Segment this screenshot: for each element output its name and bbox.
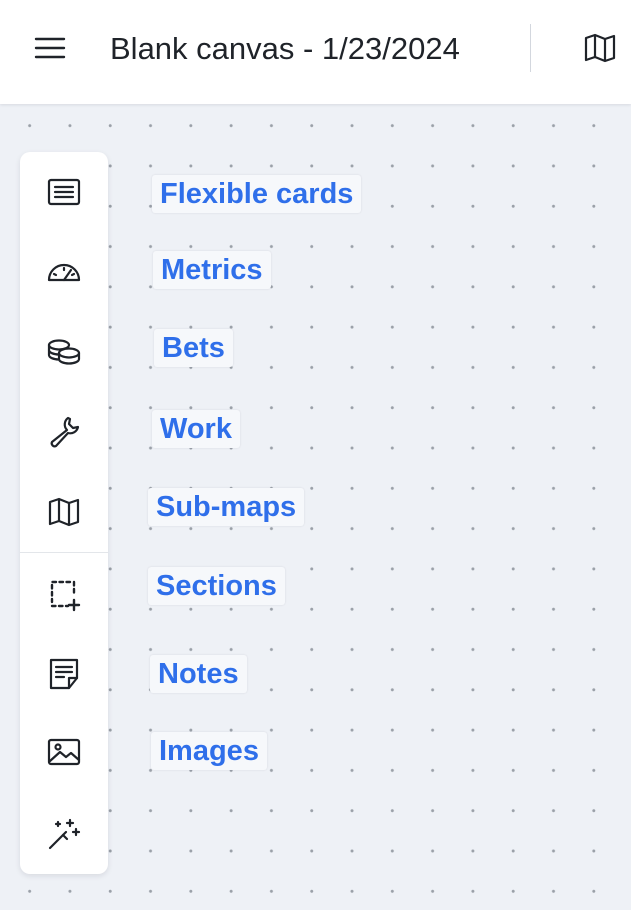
tool-magic[interactable] [20,804,108,864]
label-bets: Bets [154,329,233,367]
coins-icon [47,339,81,365]
hamburger-menu-icon [34,37,66,59]
app-header: Blank canvas - 1/23/2024 [0,0,631,104]
tool-images[interactable] [20,722,108,782]
tool-bets[interactable] [20,322,108,382]
toolbar-divider [20,552,108,553]
image-icon [47,738,81,766]
header-divider [530,24,531,72]
magic-wand-icon [48,818,81,850]
map-view-button[interactable] [576,28,624,68]
tool-sections[interactable] [20,564,108,624]
tool-metrics[interactable] [20,242,108,302]
card-list-icon [47,178,81,206]
note-icon [49,658,79,690]
label-notes: Notes [150,655,247,693]
label-sections: Sections [148,567,285,605]
map-icon [584,33,616,63]
map-icon [48,497,80,527]
label-work: Work [152,410,240,448]
label-sub-maps: Sub-maps [148,488,305,526]
label-metrics: Metrics [153,251,271,289]
tool-flexible-cards[interactable] [20,162,108,222]
menu-button[interactable] [26,28,74,68]
label-images: Images [151,732,267,770]
page-title: Blank canvas - 1/23/2024 [110,31,460,66]
section-add-icon [50,580,81,612]
tool-notes[interactable] [20,644,108,704]
label-flexible-cards: Flexible cards [152,175,362,213]
tool-palette [20,152,108,874]
tool-sub-maps[interactable] [20,482,108,542]
wrench-icon [50,416,80,448]
tool-work[interactable] [20,402,108,462]
gauge-icon [47,263,81,282]
